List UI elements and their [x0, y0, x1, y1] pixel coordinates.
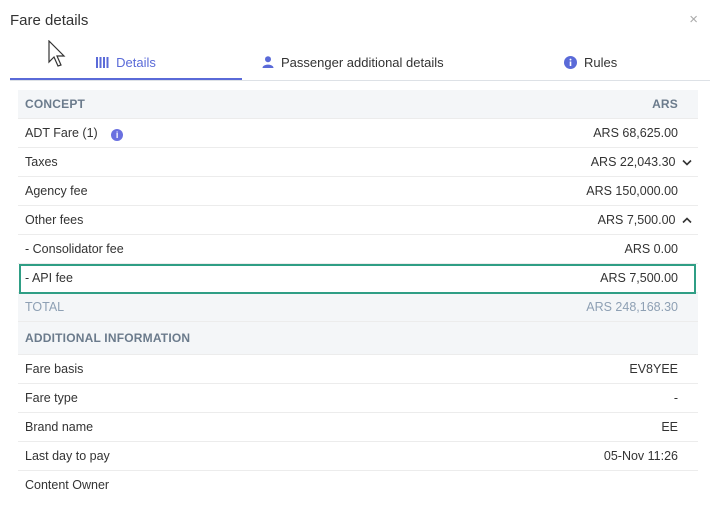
fare-type-label: Fare type [25, 391, 78, 405]
fare-row-adt: ADT Fare (1) i ARS 68,625.00 [18, 119, 698, 148]
info-row-content-owner: Content Owner [18, 471, 698, 499]
brand-name-value: EE [661, 420, 678, 434]
last-day-to-pay-label: Last day to pay [25, 449, 110, 463]
tab-rules[interactable]: Rules [564, 46, 617, 78]
content-owner-label: Content Owner [25, 478, 110, 492]
dialog-title: Fare details [10, 12, 89, 29]
fare-row-consolidator-fee: - Consolidator fee ARS 0.00 [18, 235, 698, 264]
other-fees-label: Other fees [25, 213, 84, 227]
adt-fare-info-icon[interactable]: i [111, 128, 124, 141]
fare-row-api-fee: - API fee ARS 7,500.00 [18, 264, 698, 293]
adt-fare-value: ARS 68,625.00 [593, 126, 678, 140]
person-icon [262, 56, 274, 68]
api-fee-value: ARS 7,500.00 [600, 271, 678, 285]
total-label: TOTAL [25, 300, 65, 314]
tab-details-label: Details [116, 54, 156, 70]
adt-fare-label: ADT Fare (1) [25, 125, 98, 140]
total-value: ARS 248,168.30 [586, 300, 678, 314]
fare-row-agency-fee: Agency fee ARS 150,000.00 [18, 177, 698, 206]
bars-icon [96, 56, 109, 68]
additional-info-header: ADDITIONAL INFORMATION [18, 322, 698, 355]
additional-info-title: ADDITIONAL INFORMATION [25, 331, 191, 345]
tab-passenger-label: Passenger additional details [281, 54, 444, 70]
concept-header: CONCEPT [25, 97, 86, 111]
total-row: TOTAL ARS 248,168.30 [18, 293, 698, 322]
close-icon[interactable]: × [689, 12, 698, 27]
fare-row-taxes[interactable]: Taxes ARS 22,043.30 [18, 148, 698, 177]
last-day-to-pay-value: 05-Nov 11:26 [603, 449, 678, 463]
info-row-last-day-to-pay: Last day to pay 05-Nov 11:26 [18, 442, 698, 471]
taxes-label: Taxes [25, 155, 58, 169]
consolidator-fee-value: ARS 0.00 [624, 242, 678, 256]
agency-fee-value: ARS 150,000.00 [586, 184, 678, 198]
fare-details-table: CONCEPT ARS ADT Fare (1) i ARS 68,625.00… [18, 90, 698, 499]
tab-details[interactable]: Details [10, 46, 242, 80]
tab-passenger-additional-details[interactable]: Passenger additional details [262, 46, 444, 78]
consolidator-fee-label: - Consolidator fee [25, 242, 124, 256]
info-icon [564, 55, 577, 69]
taxes-value: ARS 22,043.30 [590, 155, 676, 169]
table-header: CONCEPT ARS [18, 90, 698, 119]
fare-basis-label: Fare basis [25, 362, 84, 376]
tab-bar: Details Passenger additional details Rul… [10, 46, 710, 81]
other-fees-value: ARS 7,500.00 [597, 213, 676, 227]
fare-row-other-fees[interactable]: Other fees ARS 7,500.00 [18, 206, 698, 235]
info-row-fare-basis: Fare basis EV8YEE [18, 355, 698, 384]
chevron-up-icon[interactable] [682, 217, 692, 224]
chevron-down-icon[interactable] [682, 159, 692, 166]
fare-basis-value: EV8YEE [629, 362, 678, 376]
tab-rules-label: Rules [584, 54, 618, 70]
api-fee-label: - API fee [25, 271, 73, 285]
fare-type-value: - [673, 391, 678, 405]
brand-name-label: Brand name [25, 420, 94, 434]
info-row-brand-name: Brand name EE [18, 413, 698, 442]
currency-header: ARS [652, 97, 678, 111]
info-row-fare-type: Fare type - [18, 384, 698, 413]
agency-fee-label: Agency fee [25, 184, 88, 198]
